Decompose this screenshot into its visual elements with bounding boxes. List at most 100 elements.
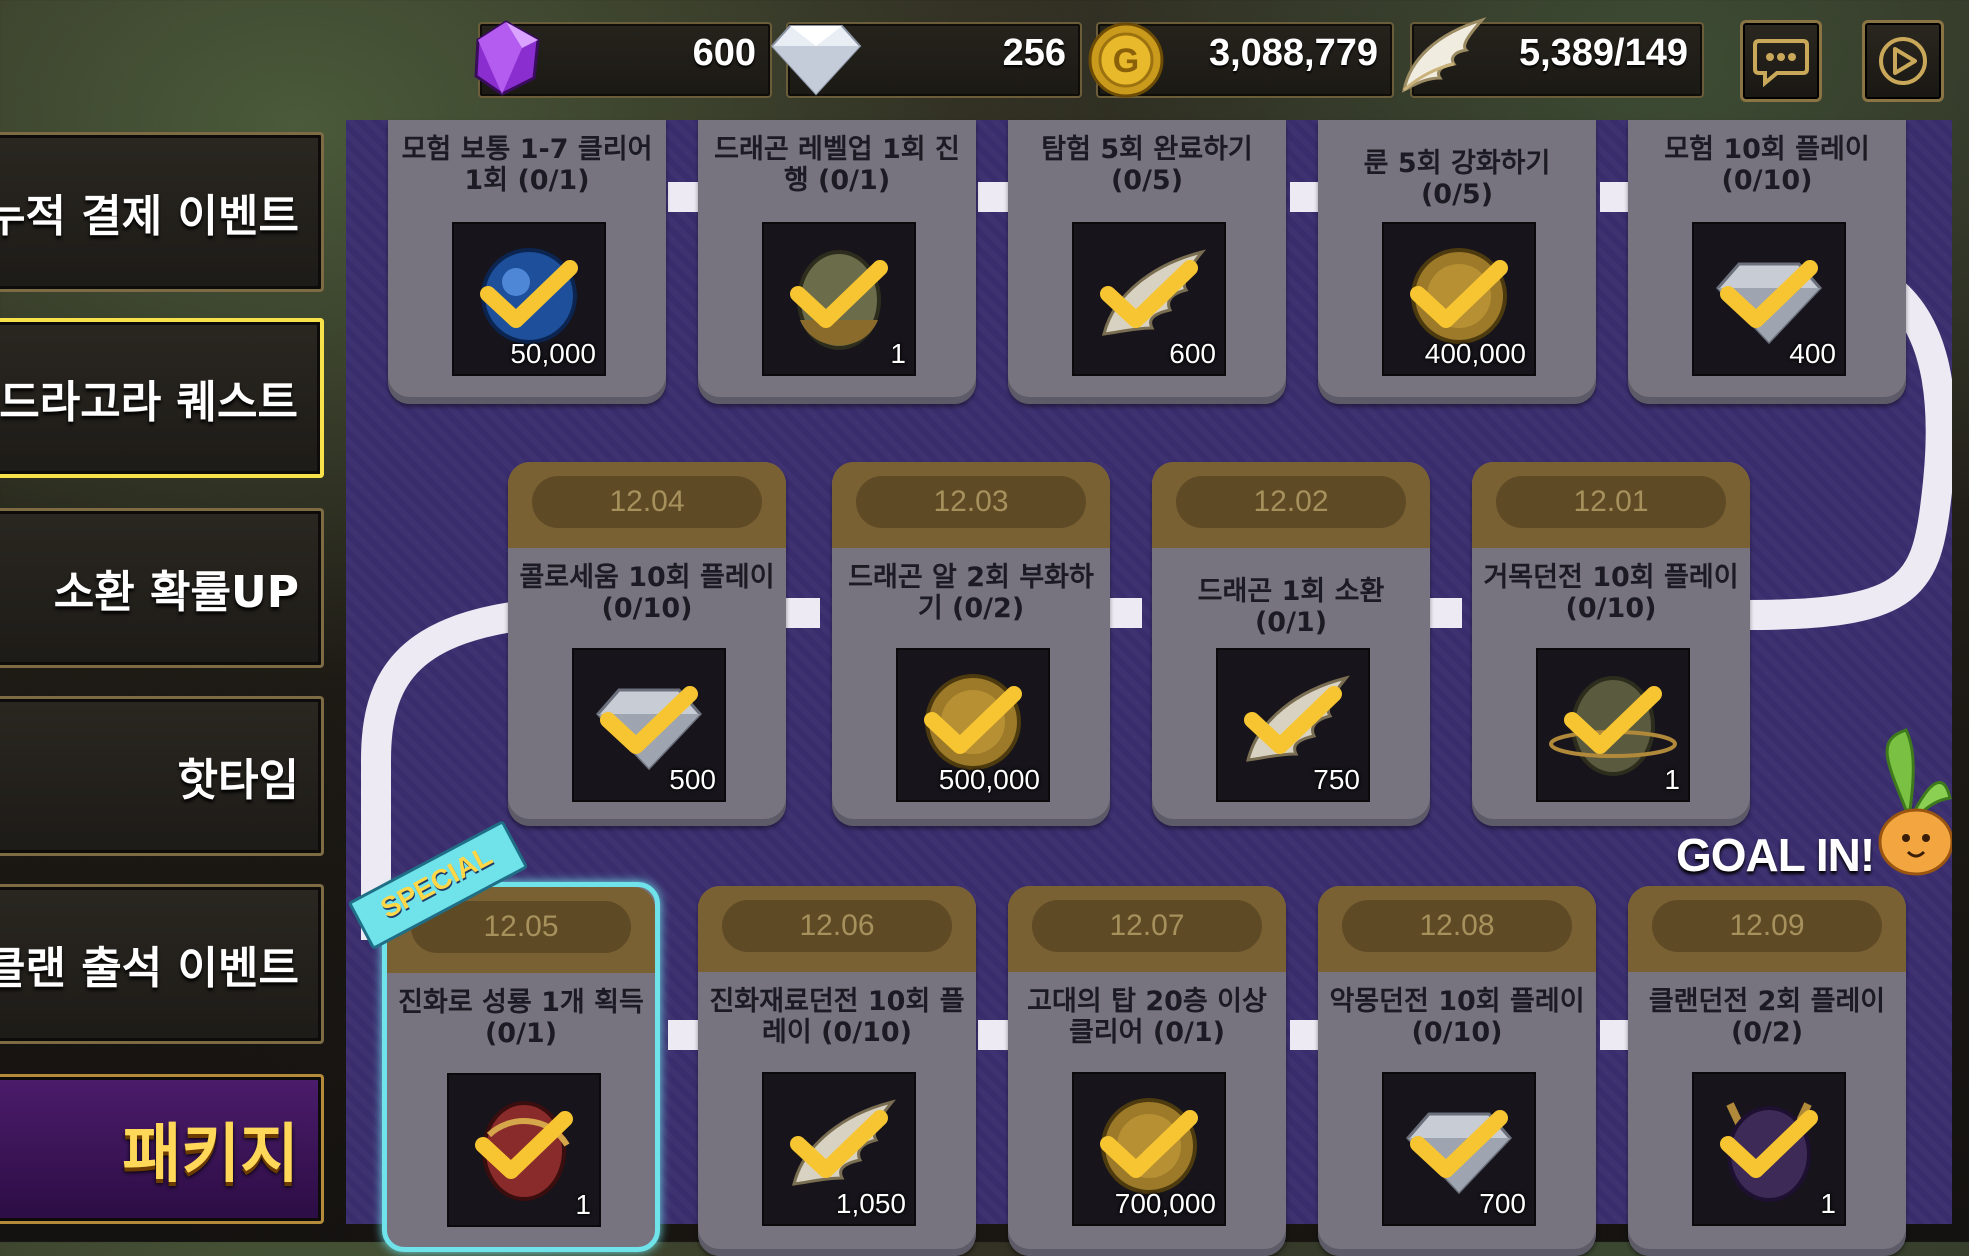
quest-date: 12.04: [532, 476, 762, 528]
quest-title-line: 거목던전 10회 플레이: [1483, 562, 1739, 593]
reward-amount: 1,050: [835, 1188, 906, 1219]
reward-slot: 1: [1536, 648, 1690, 802]
reward-amount: 700,000: [1114, 1188, 1216, 1219]
quest-title-line: (0/10): [1411, 1017, 1503, 1048]
date-band: 12.02: [1152, 462, 1430, 548]
date-band: 12.09: [1628, 886, 1906, 972]
sidebar-item-mandragora-quest[interactable]: 만드라고라 퀘스트: [0, 318, 324, 478]
reward-amount: 700: [1479, 1188, 1526, 1219]
quest-date: 12.01: [1496, 476, 1726, 528]
diamond-amount: 256: [1002, 32, 1066, 74]
quest-date: 12.07: [1032, 900, 1262, 952]
settings-icon: [1879, 37, 1927, 85]
reward-amount: 400,000: [1424, 338, 1526, 369]
reward-slot: 1: [1692, 1072, 1846, 1226]
quest-date: 12.02: [1176, 476, 1406, 528]
quest-card[interactable]: 12.06 진화재료던전 10회 플 레이 (0/10) 1,050: [698, 886, 976, 1256]
settings-button[interactable]: [1862, 20, 1944, 102]
quest-card[interactable]: 룬 5회 강화하기 (0/5) 400,000: [1318, 120, 1596, 404]
quest-title-line: 진화로 성룡 1개 획득: [398, 987, 644, 1018]
reward-slot: 400,000: [1382, 222, 1536, 376]
reward-slot: 600: [1072, 222, 1226, 376]
quest-title: 고대의 탑 20층 이상 클리어 (0/1): [1018, 986, 1276, 1048]
purple-gem-icon: [474, 20, 540, 96]
quest-title: 진화재료던전 10회 플 레이 (0/10): [708, 986, 966, 1048]
quest-title-line: (0/10): [1721, 165, 1813, 196]
quest-title-line: 고대의 탑 20층 이상: [1027, 986, 1267, 1017]
quest-title-line: 진화재료던전 10회 플: [709, 986, 965, 1017]
reward-slot: 500: [572, 648, 726, 802]
quest-title: 드래곤 알 2회 부화하 기 (0/2): [842, 562, 1100, 624]
quest-card[interactable]: 12.04 콜로세움 10회 플레이 (0/10) 500: [508, 462, 786, 826]
quest-title-line: 기 (0/2): [917, 593, 1025, 624]
quest-card[interactable]: 12.08 악몽던전 10회 플레이 (0/10) 700: [1318, 886, 1596, 1256]
quest-card[interactable]: 12.02 드래곤 1회 소환 (0/1) 750: [1152, 462, 1430, 826]
quest-card-special[interactable]: 12.05 진화로 성룡 1개 획득 (0/1) 1: [382, 882, 660, 1252]
sidebar-item-hot-time[interactable]: 핫타임: [0, 696, 324, 856]
quest-title-line: 드래곤 알 2회 부화하: [848, 562, 1094, 593]
quest-title-line: 악몽던전 10회 플레이: [1329, 986, 1585, 1017]
reward-amount: 500: [669, 764, 716, 795]
reward-amount: 1: [575, 1189, 591, 1220]
quest-title: 콜로세움 10회 플레이 (0/10): [518, 562, 776, 624]
quest-card[interactable]: 12.03 드래곤 알 2회 부화하 기 (0/2) 500,000: [832, 462, 1110, 826]
quest-date: 12.08: [1342, 900, 1572, 952]
reward-amount: 1: [1664, 764, 1680, 795]
sidebar-item-cumulative-payment[interactable]: 누적 결제 이벤트: [0, 132, 324, 292]
quest-card[interactable]: 드래곤 레벨업 1회 진 행 (0/1) 1: [698, 120, 976, 404]
sidebar-item-clan-attendance[interactable]: 클랜 출석 이벤트: [0, 884, 324, 1044]
date-band: 12.08: [1318, 886, 1596, 972]
path-connector: [668, 1020, 702, 1050]
quest-title: 모험 보통 1-7 클리어 1회 (0/1): [398, 134, 656, 196]
mandragora-mascot-icon: [1878, 728, 1952, 876]
quest-card[interactable]: 탐험 5회 완료하기 (0/5) 600: [1008, 120, 1286, 404]
quest-card[interactable]: 12.09 클랜던전 2회 플레이 (0/2) 1: [1628, 886, 1906, 1256]
reward-slot: 700,000: [1072, 1072, 1226, 1226]
reward-amount: 600: [1169, 338, 1216, 369]
reward-amount: 1: [890, 338, 906, 369]
quest-title: 드래곤 1회 소환 (0/1): [1162, 576, 1420, 638]
svg-text:G: G: [1113, 42, 1139, 80]
reward-amount: 750: [1313, 764, 1360, 795]
quest-title-line: 모험 10회 플레이: [1664, 134, 1870, 165]
date-band: 12.07: [1008, 886, 1286, 972]
reward-slot: 750: [1216, 648, 1370, 802]
path-connector: [668, 182, 702, 212]
quest-card[interactable]: 모험 10회 플레이 (0/10) 400: [1628, 120, 1906, 404]
quest-title-line: (0/10): [1565, 593, 1657, 624]
sidebar-item-package[interactable]: 패키지: [0, 1074, 324, 1224]
chat-icon: [1753, 39, 1809, 88]
quest-title-line: 1회 (0/1): [464, 165, 590, 196]
reward-amount: 400: [1789, 338, 1836, 369]
reward-slot: 700: [1382, 1072, 1536, 1226]
date-band: 12.03: [832, 462, 1110, 548]
reward-amount: 50,000: [510, 338, 596, 369]
sidebar-item-label: 핫타임: [177, 755, 299, 806]
sidebar-item-label: 소환 확률UP: [53, 567, 299, 618]
quest-title-line: 레이 (0/10): [762, 1017, 912, 1048]
quest-title-line: 드래곤 레벨업 1회 진: [714, 134, 960, 165]
quest-board: 모험 보통 1-7 클리어 1회 (0/1) 50,000 드래곤 레벨업 1회…: [346, 120, 1952, 1256]
reward-slot: 400: [1692, 222, 1846, 376]
quest-date: 12.03: [856, 476, 1086, 528]
quest-title-line: (0/10): [601, 593, 693, 624]
quest-title: 악몽던전 10회 플레이 (0/10): [1328, 986, 1586, 1048]
quest-title-line: 모험 보통 1-7 클리어: [401, 134, 653, 165]
reward-amount: 500,000: [938, 764, 1040, 795]
quest-card[interactable]: 12.01 거목던전 10회 플레이 (0/10) 1: [1472, 462, 1750, 826]
chat-button[interactable]: [1740, 20, 1822, 102]
reward-slot: 1: [762, 222, 916, 376]
date-band: 12.01: [1472, 462, 1750, 548]
reward-slot: 500,000: [896, 648, 1050, 802]
quest-card[interactable]: 모험 보통 1-7 클리어 1회 (0/1) 50,000: [388, 120, 666, 404]
quest-title-line: 룬 5회 강화하기 (0/5): [1363, 148, 1551, 210]
gem-amount: 600: [692, 32, 756, 74]
sidebar-item-label: 클랜 출석 이벤트: [0, 943, 299, 994]
path-connector: [978, 1020, 1012, 1050]
sidebar-item-summon-rate-up[interactable]: 소환 확률UP: [0, 508, 324, 668]
quest-card[interactable]: 12.07 고대의 탑 20층 이상 클리어 (0/1) 700,000: [1008, 886, 1286, 1256]
quest-title-line: 콜로세움 10회 플레이: [519, 562, 775, 593]
reward-amount: 1: [1820, 1188, 1836, 1219]
quest-title: 모험 10회 플레이 (0/10): [1638, 134, 1896, 196]
quest-title-line: 클리어 (0/1): [1068, 1017, 1226, 1048]
